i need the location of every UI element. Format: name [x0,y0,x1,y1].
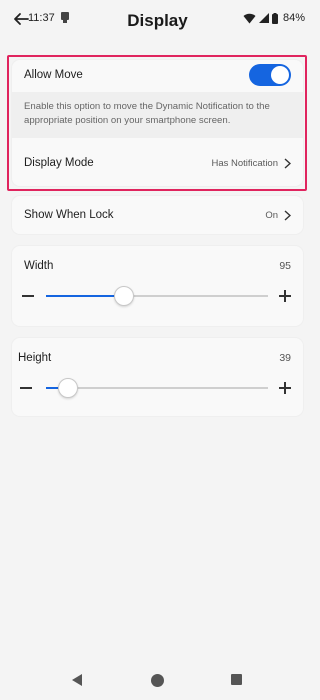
toggle-knob [271,66,289,84]
navigation-bar [0,664,315,700]
width-card: Width 95 [12,246,303,326]
width-slider-fill [46,295,124,297]
plus-icon[interactable] [279,290,291,302]
allow-move-toggle[interactable] [249,64,291,86]
minus-icon[interactable] [22,295,34,297]
show-when-lock-label: Show When Lock [24,209,114,221]
chevron-right-icon [284,209,291,221]
battery-icon [271,12,278,24]
height-slider[interactable] [46,378,268,398]
allow-move-row[interactable]: Allow Move [12,60,303,90]
display-mode-label: Display Mode [24,157,94,169]
show-when-lock-row[interactable]: Show When Lock On [12,196,303,234]
height-label: Height [18,352,52,364]
display-mode-value: Has Notification [211,157,278,169]
height-slider-thumb[interactable] [58,378,79,398]
width-slider[interactable] [46,286,268,306]
width-label: Width [24,260,54,272]
status-icons: 84% [243,12,305,24]
nav-back-icon[interactable] [72,674,82,686]
show-when-lock-card: Show When Lock On [12,196,303,234]
show-when-lock-value: On [265,209,278,221]
allow-move-description: Enable this option to move the Dynamic N… [12,92,303,138]
width-value: 95 [279,260,291,272]
plus-icon[interactable] [279,382,291,394]
height-card: Height 39 [12,338,303,416]
status-bar: 11:37 Display 84% [0,0,315,42]
display-settings-screen: 11:37 Display 84% Allow Move Enable this… [0,0,315,700]
nav-home-icon[interactable] [151,674,164,687]
allow-move-card: Allow Move Enable this option to move th… [12,60,303,186]
allow-move-label: Allow Move [24,69,83,81]
width-slider-thumb[interactable] [113,286,134,306]
wifi-icon [243,13,256,23]
display-mode-row[interactable]: Display Mode Has Notification [12,140,303,186]
height-value: 39 [279,352,291,364]
battery-percentage: 84% [282,12,305,24]
minus-icon[interactable] [20,387,32,389]
nav-recents-icon[interactable] [231,674,242,685]
chevron-right-icon [284,157,291,169]
signal-icon [258,13,269,23]
